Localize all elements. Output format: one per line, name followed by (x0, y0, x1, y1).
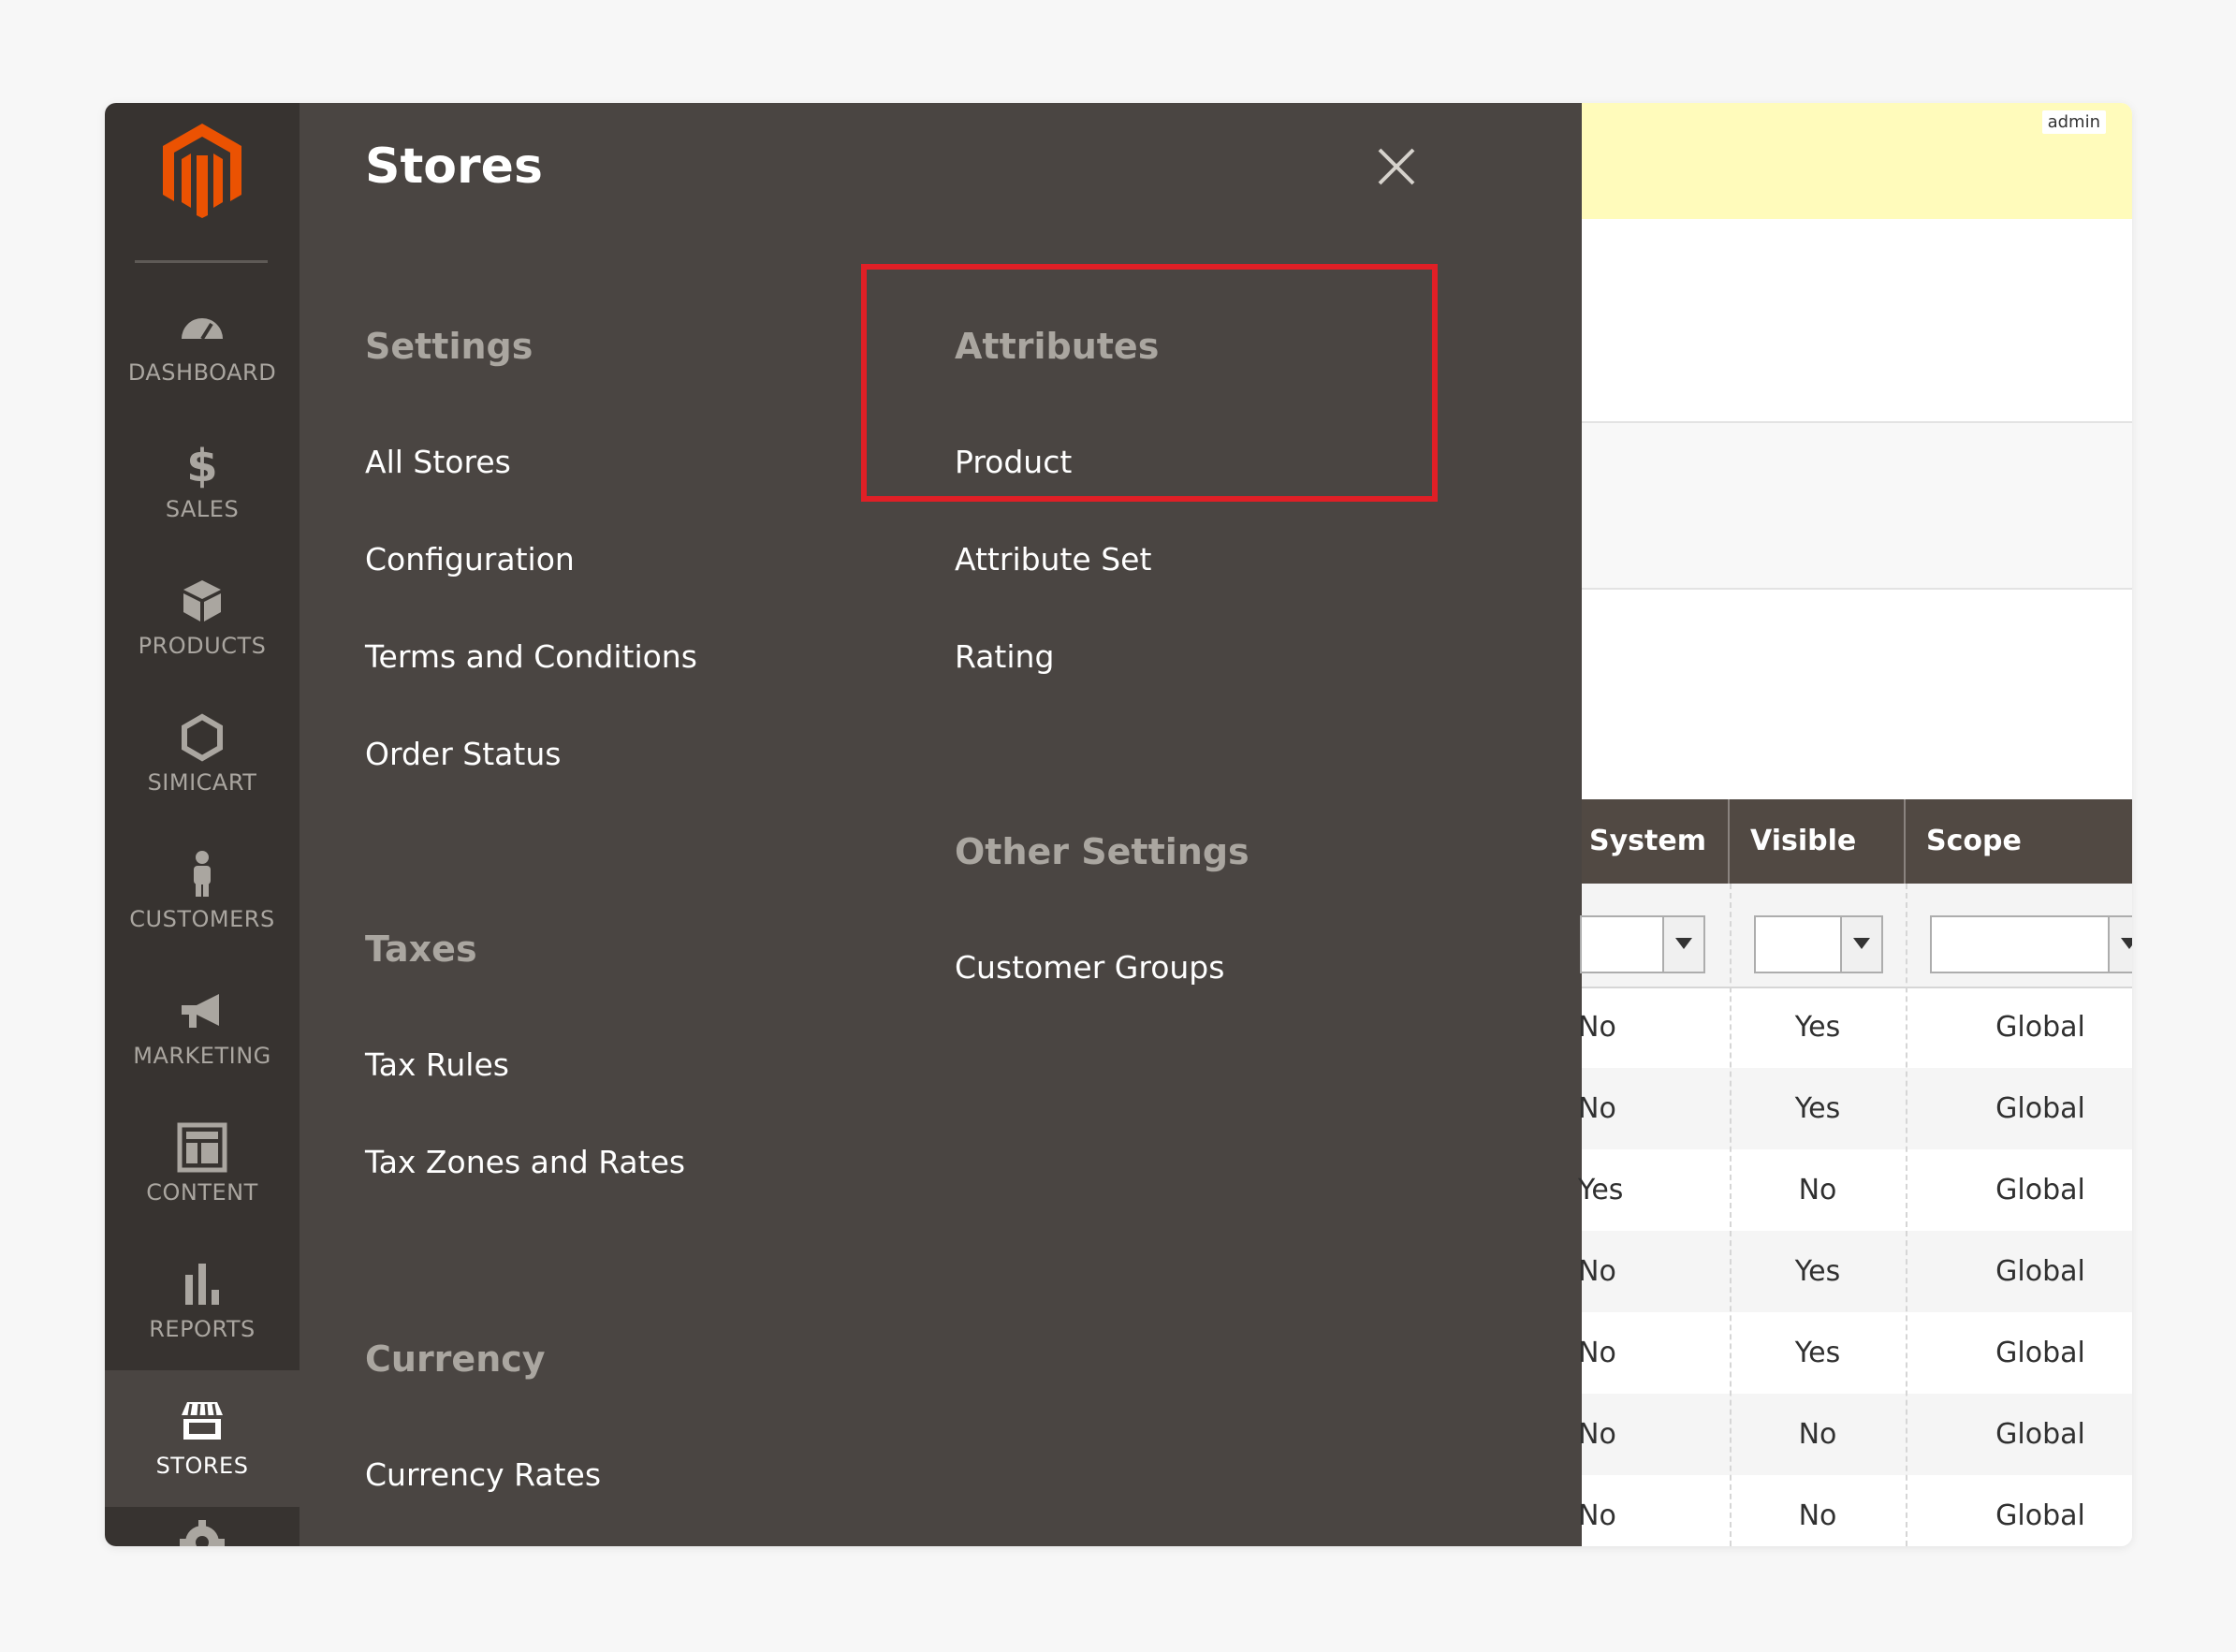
table-cell: No (1578, 1011, 1616, 1044)
nav-label: SIMICART (147, 769, 257, 796)
nav-label: SALES (165, 496, 240, 522)
table-row[interactable]: No No Global (1578, 1394, 2132, 1475)
nav-item-content[interactable]: CONTENT (105, 1097, 300, 1234)
table-cell: Global (1995, 1011, 2085, 1044)
nav-label: MARKETING (133, 1043, 271, 1069)
table-cell: Global (1995, 1174, 2085, 1206)
menu-link-terms-and-conditions[interactable]: Terms and Conditions (365, 638, 697, 675)
hexagon-icon (182, 713, 223, 762)
table-cell: No (1578, 1418, 1616, 1451)
table-cell: Yes (1794, 1011, 1841, 1044)
group-title-other-settings: Other Settings (955, 831, 1250, 872)
table-cell: No (1798, 1418, 1837, 1451)
grid-filter-row (1580, 884, 2132, 988)
box-icon (183, 580, 221, 621)
group-title-settings: Settings (365, 326, 533, 367)
storefront-icon (182, 1402, 223, 1440)
table-cell: No (1578, 1499, 1616, 1532)
table-cell: Yes (1794, 1337, 1841, 1369)
chevron-down-icon (1662, 917, 1703, 972)
stores-flyout-panel: Stores Settings All Stores Configuration… (300, 103, 1582, 1546)
table-row[interactable]: Yes No Global (1578, 1149, 2132, 1231)
column-header-system[interactable]: System (1569, 799, 1730, 884)
column-divider (1730, 884, 1732, 1546)
main-content: admin System Visible Scope Se No Yes Globa… (1578, 103, 2132, 1546)
menu-link-attribute-set[interactable]: Attribute Set (955, 541, 1151, 577)
page-actions-band (1582, 423, 2132, 588)
nav-item-customers[interactable]: CUSTOMERS (105, 824, 300, 960)
highlight-box (861, 264, 1438, 502)
megaphone-icon (182, 994, 219, 1028)
nav-item-simicart[interactable]: SIMICART (105, 687, 300, 824)
filter-visible-select[interactable] (1754, 915, 1883, 973)
filter-scope-select[interactable] (1930, 915, 2132, 973)
menu-link-all-stores[interactable]: All Stores (365, 444, 511, 480)
nav-divider (135, 260, 268, 263)
table-cell: Global (1995, 1092, 2085, 1125)
gear-icon[interactable] (176, 1516, 228, 1546)
nav-label: STORES (155, 1453, 249, 1479)
menu-link-configuration[interactable]: Configuration (365, 541, 575, 577)
dollar-icon: $ (186, 440, 217, 490)
nav-label: PRODUCTS (138, 633, 267, 659)
filter-system-select[interactable] (1580, 915, 1705, 973)
table-row[interactable]: No No Global (1578, 1475, 2132, 1546)
bar-chart-icon (185, 1264, 219, 1305)
menu-link-currency-rates[interactable]: Currency Rates (365, 1456, 601, 1493)
nav-label: CONTENT (146, 1179, 258, 1206)
column-header-visible[interactable]: Visible (1730, 799, 1906, 884)
nav-label: DASHBOARD (127, 359, 277, 386)
nav-item-sales[interactable]: $ SALES (105, 414, 300, 550)
nav-label: REPORTS (149, 1316, 256, 1342)
table-cell: No (1578, 1337, 1616, 1369)
svg-text:$: $ (186, 440, 217, 490)
column-divider (1906, 884, 1907, 1546)
group-title-currency: Currency (365, 1338, 546, 1380)
grid-header: System Visible Scope Se (1582, 799, 2132, 884)
nav-item-reports[interactable]: REPORTS (105, 1234, 300, 1370)
group-title-taxes: Taxes (365, 928, 477, 970)
layout-icon (177, 1122, 227, 1173)
dashboard-icon (182, 318, 223, 341)
table-cell: No (1578, 1255, 1616, 1288)
table-cell: No (1798, 1499, 1837, 1532)
table-row[interactable]: No Yes Global (1578, 987, 2132, 1068)
admin-sidebar: DASHBOARD $ SALES PRODUCTS SIMICART CUST… (105, 103, 300, 1546)
table-cell: Yes (1794, 1092, 1841, 1125)
menu-link-tax-zones-and-rates[interactable]: Tax Zones and Rates (365, 1144, 685, 1180)
nav-item-products[interactable]: PRODUCTS (105, 550, 300, 687)
chevron-down-icon (1840, 917, 1881, 972)
admin-window: DASHBOARD $ SALES PRODUCTS SIMICART CUST… (105, 103, 2132, 1546)
nav-item-marketing[interactable]: MARKETING (105, 960, 300, 1097)
table-cell: Global (1995, 1255, 2085, 1288)
table-cell: Global (1995, 1499, 2085, 1532)
table-row[interactable]: No Yes Global (1578, 1231, 2132, 1312)
table-cell: Global (1995, 1418, 2085, 1451)
notice-bar: admin (1582, 103, 2132, 219)
magento-logo[interactable] (159, 122, 245, 219)
table-row[interactable]: No Yes Global (1578, 1068, 2132, 1149)
table-cell: No (1798, 1174, 1837, 1206)
chevron-down-icon (2108, 917, 2132, 972)
menu-link-tax-rules[interactable]: Tax Rules (365, 1046, 509, 1083)
table-cell: Global (1995, 1337, 2085, 1369)
admin-user-label[interactable]: admin (2041, 110, 2106, 134)
person-icon (194, 851, 211, 897)
nav-label: CUSTOMERS (129, 906, 275, 932)
nav-item-dashboard[interactable]: DASHBOARD (105, 277, 300, 414)
column-header-scope[interactable]: Scope (1906, 799, 2132, 884)
divider (1582, 588, 2132, 590)
close-icon[interactable] (1374, 144, 1419, 189)
table-cell: Yes (1794, 1255, 1841, 1288)
table-cell: Yes (1578, 1174, 1624, 1206)
table-row[interactable]: No Yes Global (1578, 1312, 2132, 1394)
table-cell: No (1578, 1092, 1616, 1125)
nav-item-stores[interactable]: STORES (105, 1370, 300, 1507)
menu-link-rating[interactable]: Rating (955, 638, 1054, 675)
menu-link-order-status[interactable]: Order Status (365, 736, 561, 772)
panel-title: Stores (365, 139, 543, 195)
menu-link-customer-groups[interactable]: Customer Groups (955, 949, 1224, 986)
